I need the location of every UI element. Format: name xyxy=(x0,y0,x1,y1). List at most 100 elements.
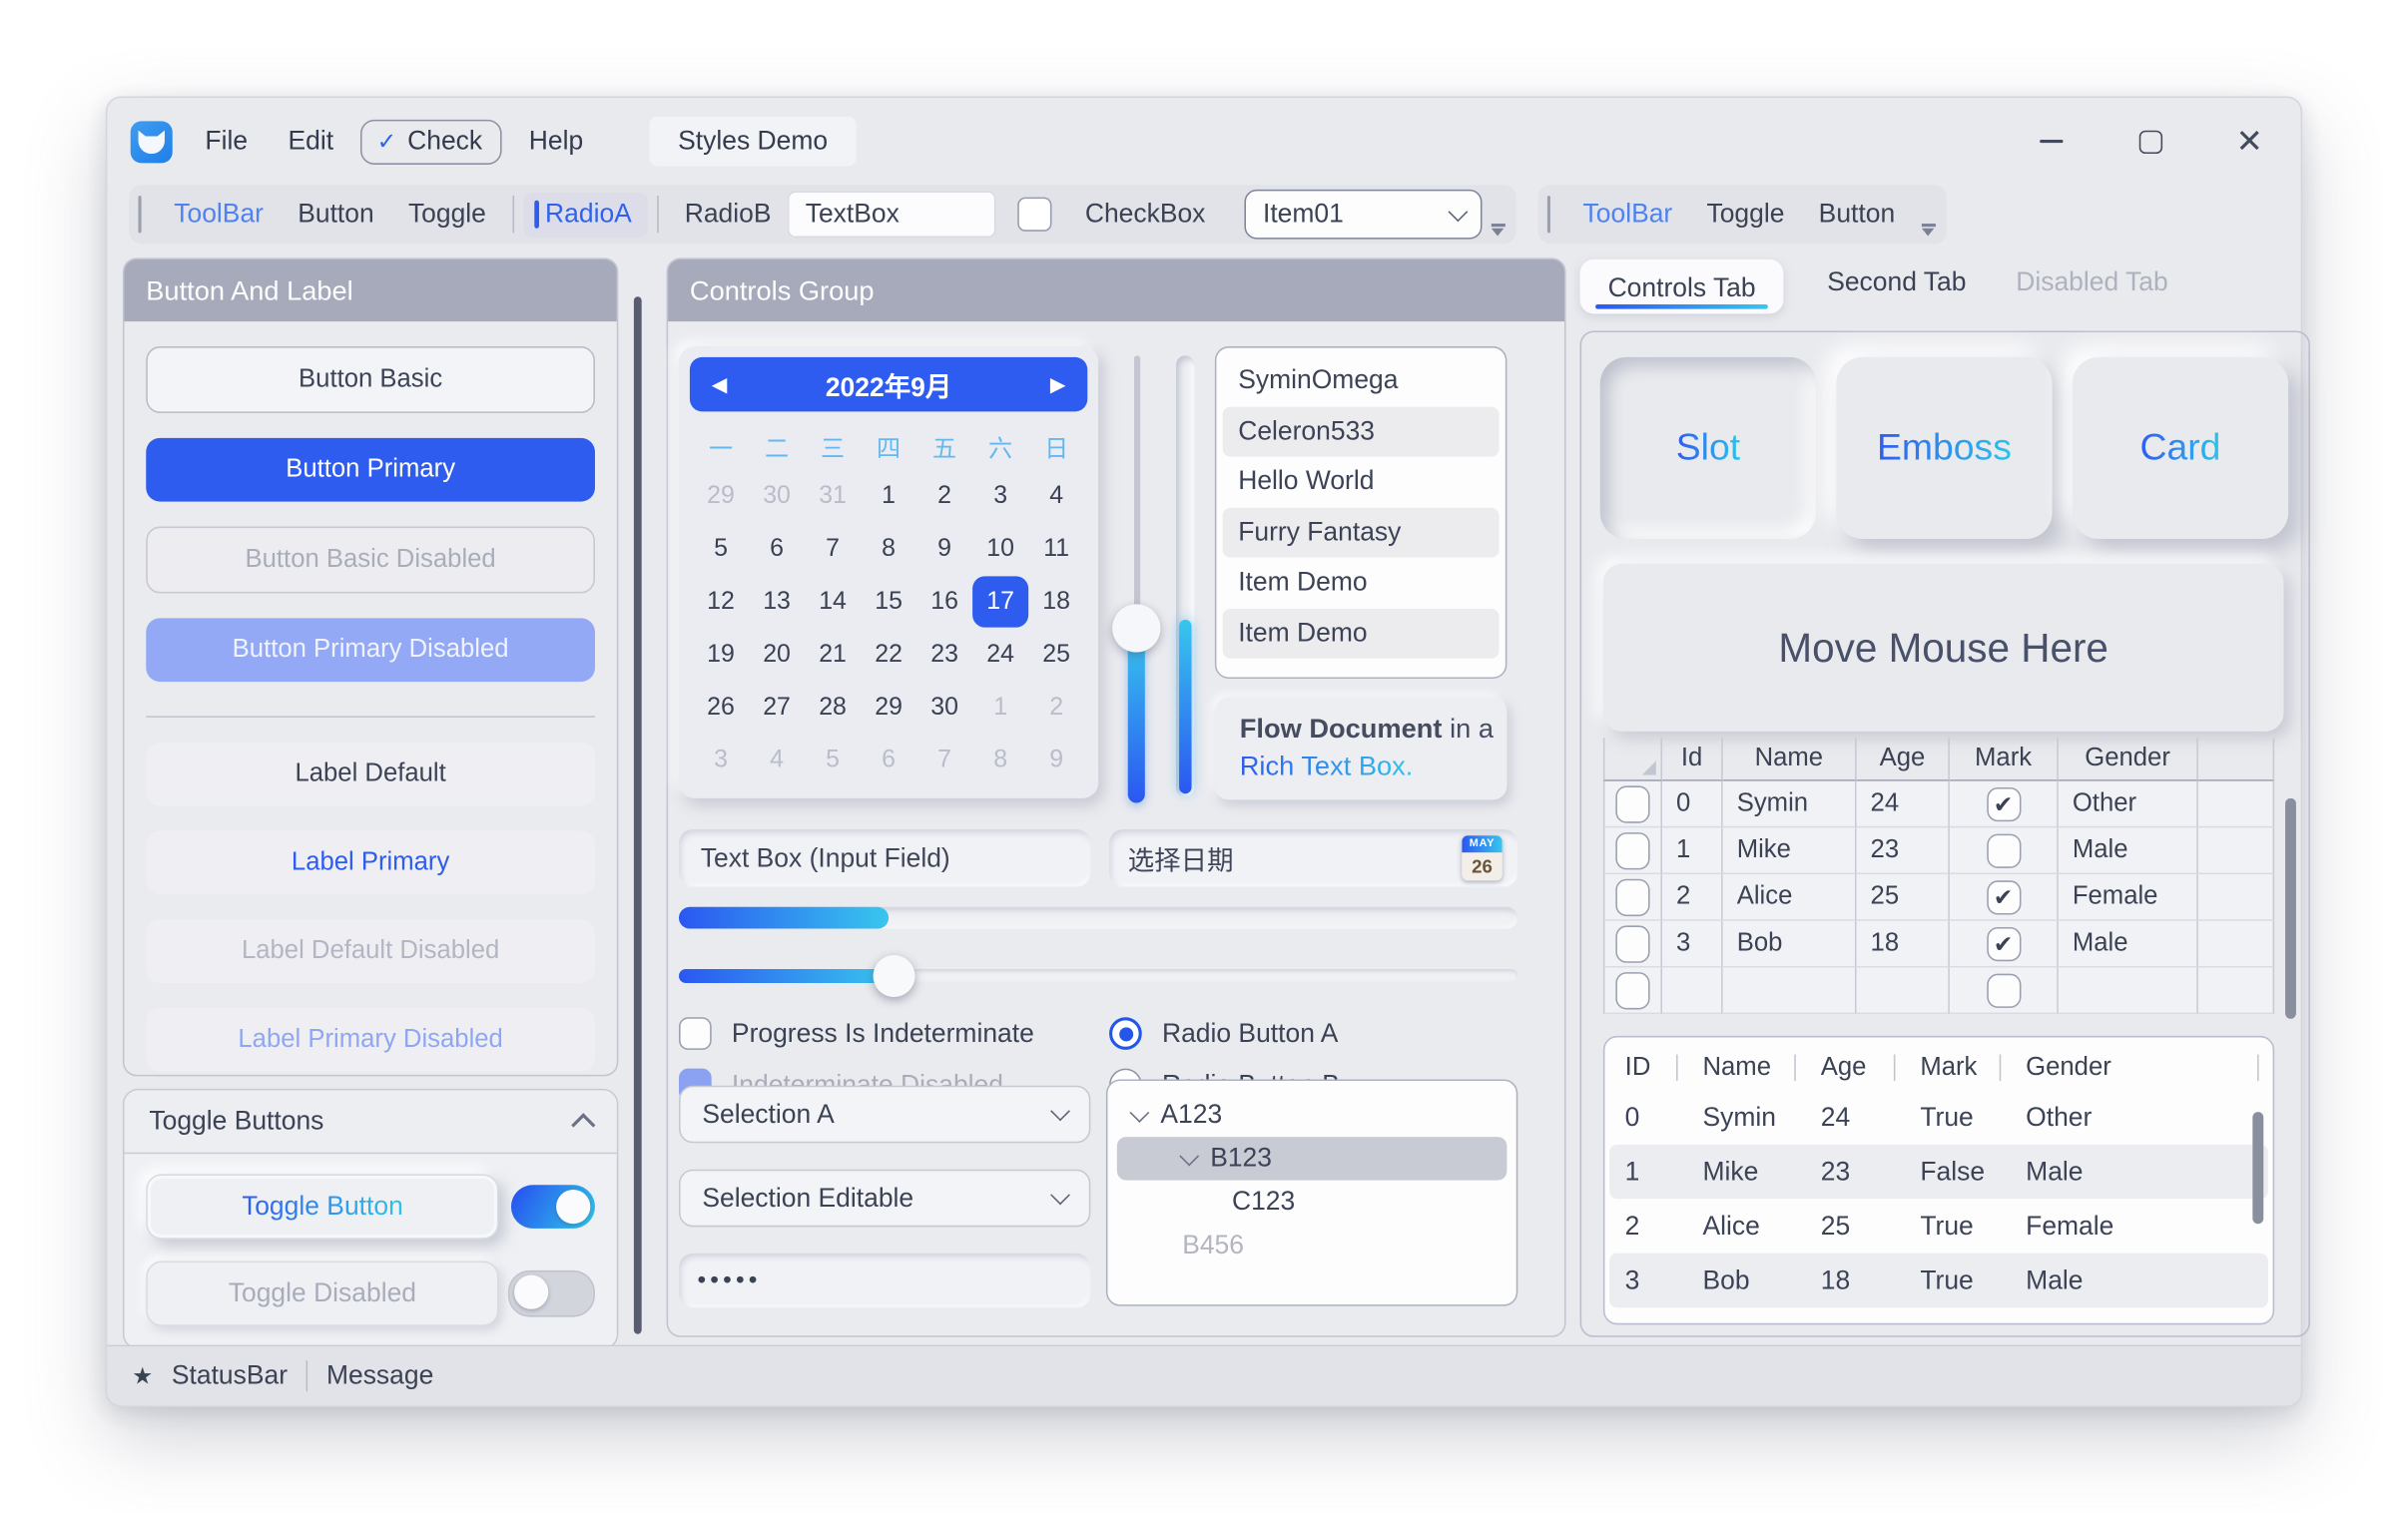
date-picker[interactable]: 选择日期 MAY 26 xyxy=(1109,829,1517,887)
chevron-down-icon[interactable] xyxy=(1129,1103,1149,1123)
cell-gender[interactable]: Other xyxy=(2059,781,2198,828)
row-selector-icon[interactable] xyxy=(1615,831,1649,868)
toolbar-textbox[interactable] xyxy=(789,191,997,238)
tree-item[interactable]: B123 xyxy=(1117,1137,1507,1181)
calendar-day[interactable]: 14 xyxy=(805,576,861,627)
table-row[interactable]: 1Mike23FalseMale xyxy=(1609,1145,2268,1199)
listview-header-cell[interactable]: Gender xyxy=(2011,1044,2268,1091)
cell-id[interactable]: 3 xyxy=(1662,921,1723,968)
toolbar-button[interactable]: Button xyxy=(281,193,391,237)
row-selector-icon[interactable] xyxy=(1615,878,1649,915)
tab-second[interactable]: Second Tab xyxy=(1821,253,1973,314)
calendar-day[interactable]: 27 xyxy=(749,682,805,733)
cell-age[interactable]: 18 xyxy=(1857,921,1950,968)
scrollbar-thumb[interactable] xyxy=(634,296,642,1333)
cell-gender[interactable]: Female xyxy=(2059,874,2198,921)
cell-gender[interactable] xyxy=(2059,967,2198,1014)
calendar-day[interactable]: 3 xyxy=(972,470,1028,521)
listview-header-cell[interactable]: Name xyxy=(1687,1044,1805,1091)
table-row[interactable]: 2Alice25✔Female xyxy=(1603,874,2274,921)
calendar-day[interactable]: 2 xyxy=(916,470,972,521)
cell-id[interactable]: 1 xyxy=(1662,827,1723,874)
calendar-icon[interactable]: MAY 26 xyxy=(1462,835,1502,880)
list-item[interactable]: Furry Fantasy xyxy=(1223,507,1500,558)
cell-name[interactable]: Symin xyxy=(1723,781,1857,828)
toolbar-toggle[interactable]: Toggle xyxy=(391,193,503,237)
checkbox-progress-indeterminate[interactable]: Progress Is Indeterminate xyxy=(679,1017,1109,1050)
minimize-button[interactable] xyxy=(2028,118,2075,165)
listview-header-cell[interactable]: ID xyxy=(1609,1044,1687,1091)
row-selector-icon[interactable] xyxy=(1615,785,1649,822)
cell-mark[interactable] xyxy=(1950,827,2059,874)
radio-button-a[interactable]: Radio Button A xyxy=(1109,1017,1517,1050)
table-row[interactable]: 1Mike23Male xyxy=(1603,827,2274,874)
password-field[interactable]: ••••• xyxy=(679,1254,1090,1307)
cell-mark[interactable] xyxy=(1950,967,2059,1014)
calendar-day[interactable]: 22 xyxy=(861,629,916,680)
datagrid-header-cell[interactable]: Name xyxy=(1723,738,1857,781)
calendar-day[interactable]: 7 xyxy=(916,735,972,785)
cell-mark[interactable]: ✔ xyxy=(1950,781,2059,828)
menu-check-toggle[interactable]: ✓ Check xyxy=(360,119,503,164)
card-button[interactable]: Card xyxy=(2073,357,2288,539)
cell-age[interactable]: 24 xyxy=(1857,781,1950,828)
list-item[interactable]: Hello World xyxy=(1223,456,1500,507)
listview-header-cell[interactable]: Mark xyxy=(1905,1044,2011,1091)
calendar-day[interactable]: 25 xyxy=(1028,629,1084,680)
toolbar-combobox[interactable]: Item01 xyxy=(1244,190,1482,240)
cell-age[interactable]: 23 xyxy=(1857,827,1950,874)
toolbar2-toggle[interactable]: Toggle xyxy=(1689,193,1801,237)
list-item[interactable]: SyminOmega xyxy=(1223,355,1500,406)
cell-gender[interactable]: Male xyxy=(2059,921,2198,968)
row-selector-icon[interactable] xyxy=(1615,971,1649,1008)
calendar-day[interactable]: 16 xyxy=(916,576,972,627)
calendar-day[interactable]: 21 xyxy=(805,629,861,680)
calendar-day[interactable]: 4 xyxy=(749,735,805,785)
button-primary[interactable]: Button Primary xyxy=(146,438,595,502)
calendar-day[interactable]: 23 xyxy=(916,629,972,680)
calendar-title[interactable]: 2022年9月 xyxy=(826,365,951,404)
row-selector-icon[interactable] xyxy=(1615,925,1649,962)
calendar-day[interactable]: 10 xyxy=(972,523,1028,574)
calendar-day[interactable]: 6 xyxy=(861,735,916,785)
calendar-day[interactable]: 19 xyxy=(693,629,749,680)
cell-age[interactable]: 25 xyxy=(1857,874,1950,921)
rich-text-box[interactable]: Flow Document in a Rich Text Box. xyxy=(1215,698,1507,800)
calendar-day[interactable]: 5 xyxy=(805,735,861,785)
calendar-day[interactable]: 31 xyxy=(805,470,861,521)
cell-name[interactable] xyxy=(1723,967,1857,1014)
row-selector-cell[interactable] xyxy=(1603,827,1662,874)
maximize-button[interactable] xyxy=(2126,118,2173,165)
toolbar-overflow-icon[interactable] xyxy=(1492,225,1505,237)
datagrid-header-cell[interactable]: Gender xyxy=(2059,738,2198,781)
cell-name[interactable]: Alice xyxy=(1723,874,1857,921)
tree-item[interactable]: A123 xyxy=(1117,1093,1507,1137)
calendar-day[interactable]: 20 xyxy=(749,629,805,680)
toolbar-checkbox[interactable] xyxy=(1018,198,1052,232)
calendar-day[interactable]: 4 xyxy=(1028,470,1084,521)
table-row[interactable] xyxy=(1603,967,2274,1014)
calendar-day[interactable]: 2 xyxy=(1028,682,1084,733)
checkbox-icon[interactable] xyxy=(1986,833,2020,867)
checkbox-icon[interactable]: ✔ xyxy=(1986,926,2020,960)
combobox-selection-a[interactable]: Selection A xyxy=(679,1086,1090,1144)
cell-id[interactable]: 2 xyxy=(1662,874,1723,921)
datagrid-corner-cell[interactable] xyxy=(1603,738,1662,781)
slot-button[interactable]: Slot xyxy=(1600,357,1816,539)
calendar-day[interactable]: 8 xyxy=(972,735,1028,785)
calendar-prev-icon[interactable]: ◀ xyxy=(712,372,728,397)
calendar-day[interactable]: 3 xyxy=(693,735,749,785)
table-row[interactable]: 3Bob18✔Male xyxy=(1603,921,2274,968)
checkbox-icon[interactable] xyxy=(1986,973,2020,1007)
list-item[interactable]: Item Demo xyxy=(1223,608,1500,659)
text-input[interactable] xyxy=(679,829,1090,887)
toolbar-overflow-icon[interactable] xyxy=(1922,225,1936,237)
close-button[interactable]: ✕ xyxy=(2226,118,2273,165)
radio-selected-icon[interactable] xyxy=(1109,1017,1142,1050)
scrollbar-thumb[interactable] xyxy=(2252,1112,2263,1224)
text-input-field[interactable] xyxy=(698,841,1072,875)
checkbox-icon[interactable]: ✔ xyxy=(1986,786,2020,820)
calendar-day[interactable]: 29 xyxy=(693,470,749,521)
calendar-day[interactable]: 1 xyxy=(972,682,1028,733)
combobox-selection-editable[interactable]: Selection Editable xyxy=(679,1170,1090,1228)
